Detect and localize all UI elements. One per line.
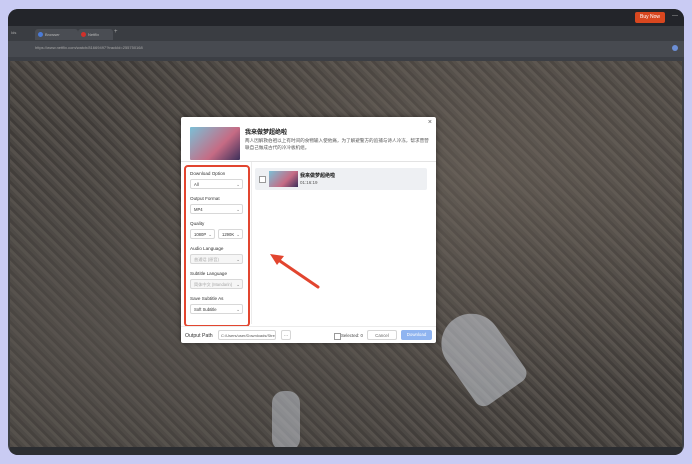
sidebar-label: Ids [11,30,17,35]
quality-label: Quality [190,221,205,226]
background-figure [272,391,300,451]
chevron-down-icon: ⌄ [236,307,240,312]
download-dialog: × 我来做梦超绝啦 两人因解救伯祖以上有时间的食物输入使他痛，为了解避警方的追捕… [181,117,436,343]
selected-count: Selected: 0 [341,333,363,338]
url-text[interactable]: https://www.netflix.com/watch/81669497?t… [35,45,143,50]
output-path-input[interactable]: C:/Users/user/Downloads/StreamMedia [218,330,276,340]
audio-language-select[interactable]: 普通话 (原音) ⌄ [190,254,243,264]
download-option-value: All [194,182,199,187]
chevron-down-icon: ⌄ [236,257,240,262]
list-item[interactable]: 我来做梦超绝啦 01:16:19 [255,168,427,190]
add-tab-button[interactable]: + [114,29,118,35]
netflix-icon [81,32,86,38]
video-title: 我来做梦超绝啦 [245,130,288,136]
save-subtitle-value: Soft Subtitle [194,307,217,312]
download-option-label: Download Option [190,171,226,176]
tab-label: Netflix [88,32,100,37]
output-path-label: Output Path [185,333,213,339]
subtitle-language-label: Subtitle Language [190,271,228,276]
download-button[interactable]: Download [401,330,432,340]
video-thumbnail [269,171,298,187]
video-item-title: 我来做梦超绝啦 [300,173,336,179]
annotation-arrow-icon [270,254,320,289]
audio-language-label: Audio Language [190,246,224,251]
video-item-duration: 01:16:19 [300,180,318,185]
divider [251,162,252,324]
download-option-select[interactable]: All ⌄ [190,179,243,189]
divider [181,161,436,162]
background-figure [429,301,531,411]
chevron-down-icon: ⌄ [236,232,240,237]
address-bar[interactable]: https://www.netflix.com/watch/81669497?t… [8,41,684,57]
output-format-value: MP4 [194,207,203,212]
bitrate-value: 1290K [222,232,235,237]
chevron-down-icon: ⌄ [236,182,240,187]
bitrate-select[interactable]: 1290K ⌄ [218,229,243,239]
video-description: 两人因解救伯祖以上有时间的食物输入使他痛，为了解避警方的追捕与诗人冷冻，帮求营营… [245,138,429,150]
profile-icon[interactable] [672,45,678,51]
resolution-select[interactable]: 1080P ⌄ [190,229,215,239]
chevron-down-icon: ⌄ [208,232,212,237]
tab-browser[interactable]: Browser [35,29,78,40]
audio-language-value: 普通话 (原音) [194,257,219,262]
tab-label: Browser [45,32,60,37]
browser-icon [38,32,43,38]
select-all-checkbox[interactable] [334,333,341,340]
chevron-down-icon: ⌄ [236,282,240,287]
output-format-label: Output Format [190,196,220,201]
output-format-select[interactable]: MP4 ⌄ [190,204,243,214]
app-title-bar: Buy Now — [8,9,684,26]
divider [181,326,436,327]
folder-icon[interactable]: … [281,330,291,340]
subtitle-language-select[interactable]: 简体中文 (Mandarin) ⌄ [190,279,243,289]
bottom-strip [10,447,682,455]
buy-now-button[interactable]: Buy Now [634,12,665,23]
tab-netflix[interactable]: Netflix [78,29,113,40]
tab-bar: Ids Browser Netflix + [8,26,684,41]
options-panel-highlight: Download Option All ⌄ Output Format MP4 … [184,165,250,327]
save-subtitle-select[interactable]: Soft Subtitle ⌄ [190,304,243,314]
minimize-icon[interactable]: — [672,13,678,19]
resolution-value: 1080P [194,232,207,237]
chevron-down-icon: ⌄ [236,207,240,212]
video-thumbnail [190,127,240,160]
subtitle-language-value: 简体中文 (Mandarin) [194,282,233,287]
video-checkbox[interactable] [259,176,266,183]
save-subtitle-label: Save Subtitle As [190,296,224,301]
cancel-button[interactable]: Cancel [367,330,397,340]
close-icon[interactable]: × [428,119,432,126]
